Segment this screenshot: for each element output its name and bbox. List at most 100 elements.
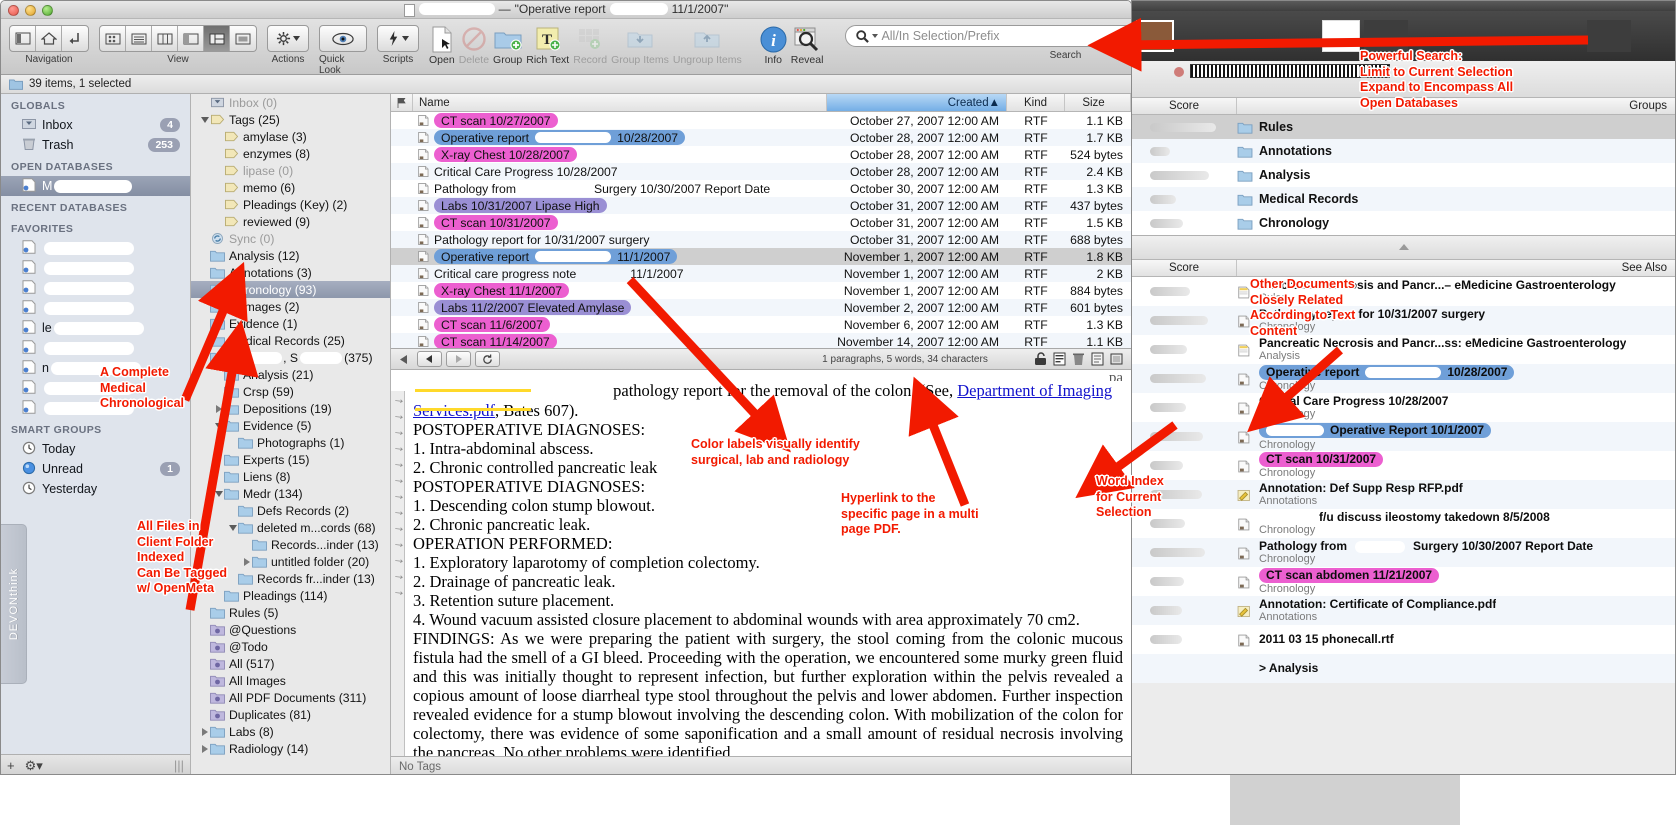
table-row[interactable]: Operative report 10/28/2007 October 28, 20… [391,129,1131,146]
see-also-row[interactable]: Annotation: Def Supp Resp RFP.pdf Annotat… [1132,480,1675,509]
tree-item-inbox-0-[interactable]: Inbox (0) [191,94,390,111]
tree-item-analysis-12-[interactable]: Analysis (12) [191,247,390,264]
scripts-button[interactable] [377,25,419,52]
tree-item-depositions-19-[interactable]: Depositions (19) [191,400,390,417]
see-also-row[interactable]: > Analysis [1132,654,1675,683]
sidebar-item-redacted[interactable] [1,258,190,278]
thumbnail-dark[interactable] [1364,20,1408,52]
see-also-row[interactable]: f/u discuss ileostomy takedown 8/5/2008 C… [1132,509,1675,538]
disclosure-triangle[interactable] [199,116,210,124]
doc-link-imaging[interactable]: Department of Imaging [957,381,1112,400]
table-row[interactable]: Pathology report for 10/31/2007 surgery O… [391,231,1131,248]
tree-item-annotations-3-[interactable]: Annotations (3) [191,264,390,281]
disclosure-triangle[interactable] [199,727,210,736]
fullscreen-icon[interactable] [1110,352,1123,366]
back-button[interactable] [417,351,442,367]
see-also-row[interactable]: Pancreatic Necrosis and Pancr...ss: eMed… [1132,335,1675,364]
sidebar-item-today[interactable]: Today [1,439,190,459]
group-row[interactable]: Chronology [1132,211,1675,235]
tree-item-medr-134-[interactable]: Medr (134) [191,485,390,502]
group-button[interactable]: Group [493,25,522,66]
sidebar-item-yesterday[interactable]: Yesterday [1,479,190,499]
tree-item-sync-0-[interactable]: Sync (0) [191,230,390,247]
add-button[interactable]: + [7,758,15,773]
group-row[interactable]: Annotations [1132,139,1675,163]
see-also-row[interactable]: Pathology from Surgery 10/30/2007 Report … [1132,538,1675,567]
seealso-score-header[interactable]: Score [1132,260,1237,276]
column-flag[interactable] [391,94,413,111]
ungroup-items-button[interactable]: Ungroup Items [673,25,742,66]
sidebar-item-redacted[interactable] [1,278,190,298]
sidebar-item-le[interactable]: le [1,318,190,338]
tree-item-rules-5-[interactable]: Rules (5) [191,604,390,621]
tree-item-amylase-3-[interactable]: amylase (3) [191,128,390,145]
groups-score-header[interactable]: Score [1132,98,1237,114]
sidebar-item-unread[interactable]: Unread 1 [1,459,190,479]
tree-item-radiology-14-[interactable]: Radiology (14) [191,740,390,757]
see-also-row[interactable]: CT scan 10/31/2007 Chronology [1132,451,1675,480]
group-row[interactable]: Analysis [1132,163,1675,187]
inspector-icon[interactable] [1053,352,1066,366]
tree-item-all-images[interactable]: All Images [191,672,390,689]
column-created[interactable]: Created ▲ [827,94,1007,111]
tree-item-evidence-1-[interactable]: Evidence (1) [191,315,390,332]
tree-item-enzymes-8-[interactable]: enzymes (8) [191,145,390,162]
tree-item-crsp-59-[interactable]: Crsp (59) [191,383,390,400]
tree-item-reviewed-9-[interactable]: reviewed (9) [191,213,390,230]
title-bar[interactable]: — "Operative report 11/1/2007" [1,1,1131,19]
reveal-button[interactable]: Reveal [791,25,823,66]
column-name[interactable]: Name [413,94,827,111]
tree-item-photographs-1-[interactable]: Photographs (1) [191,434,390,451]
disclosure-triangle[interactable] [227,524,238,532]
tree-item--questions[interactable]: @Questions [191,621,390,638]
disclosure-triangle[interactable] [213,422,224,430]
table-row[interactable]: X-ray Chest 11/1/2007 November 1, 2007 12… [391,282,1131,299]
icon-view-icon[interactable] [100,26,126,51]
secondary-window-titlebar[interactable] [1132,1,1675,11]
tree-item-analysis-21-[interactable]: Analysis (21) [191,366,390,383]
column-size[interactable]: Size [1065,94,1131,111]
group-row[interactable]: Rules [1132,115,1675,139]
sidebar-item-m[interactable]: M [1,176,190,196]
table-row[interactable]: Operative report 11/1/2007 November 1, 200… [391,248,1131,265]
thumbnail-dark[interactable] [1587,20,1631,52]
disclosure-triangle[interactable] [199,744,210,753]
table-row[interactable]: CT scan 10/27/2007 October 27, 2007 12:00… [391,112,1131,129]
tree-item-medical-records-25-[interactable]: Medical Records (25) [191,332,390,349]
group-items-button[interactable]: Group Items [611,25,669,66]
column-kind[interactable]: Kind [1007,94,1065,111]
disclosure-triangle[interactable] [213,490,224,498]
tree-item-damages-2-[interactable]: Damages (2) [191,298,390,315]
tree-item-tags-25-[interactable]: Tags (25) [191,111,390,128]
single-pane-view-icon[interactable] [230,26,256,51]
tree-item-pleadings-key-2-[interactable]: Pleadings (Key) (2) [191,196,390,213]
tree-item-defs-records-2-[interactable]: Defs Records (2) [191,502,390,519]
list-view-icon[interactable] [126,26,152,51]
see-also-row[interactable]: Critical Care Progress 10/28/2007 Chronol… [1132,393,1675,422]
table-row[interactable]: X-ray Chest 10/28/2007 October 28, 2007 1… [391,146,1131,163]
see-also-row[interactable]: Pancreatic Necrosis and Pancr...– eMedic… [1132,277,1675,306]
document-text[interactable]: pa pathology report for the removal of t… [405,370,1131,756]
tree-item-memo-6-[interactable]: memo (6) [191,179,390,196]
tree-item-evidence-5-[interactable]: Evidence (5) [191,417,390,434]
reload-button[interactable] [475,351,500,367]
trash-icon[interactable] [1072,352,1085,366]
table-row[interactable]: CT scan 11/14/2007 November 14, 2007 12:0… [391,333,1131,348]
open-button[interactable]: Open [429,25,455,66]
resize-handle[interactable]: ||| [174,758,184,773]
home-icon[interactable] [36,26,62,51]
go-back-icon[interactable] [62,26,88,51]
quicklook-button[interactable] [319,25,367,52]
record-button[interactable]: Record [573,25,607,66]
tree-item-experts-15-[interactable]: Experts (15) [191,451,390,468]
thumbnail-image[interactable] [1136,20,1174,52]
see-also-row[interactable]: CT scan abdomen 11/21/2007 Chronology [1132,567,1675,596]
forward-button[interactable] [446,351,471,367]
see-also-row[interactable]: Operative Report 10/1/2007 Chronology [1132,422,1675,451]
table-row[interactable]: Pathology from Surgery 10/30/2007 Report … [391,180,1131,197]
settings-gear-icon[interactable]: ⚙▾ [25,758,43,774]
tree-item-labs-8-[interactable]: Labs (8) [191,723,390,740]
info-button[interactable]: i Info [760,25,787,66]
split-view-icon[interactable] [178,26,204,51]
navigation-segments[interactable] [9,25,89,52]
